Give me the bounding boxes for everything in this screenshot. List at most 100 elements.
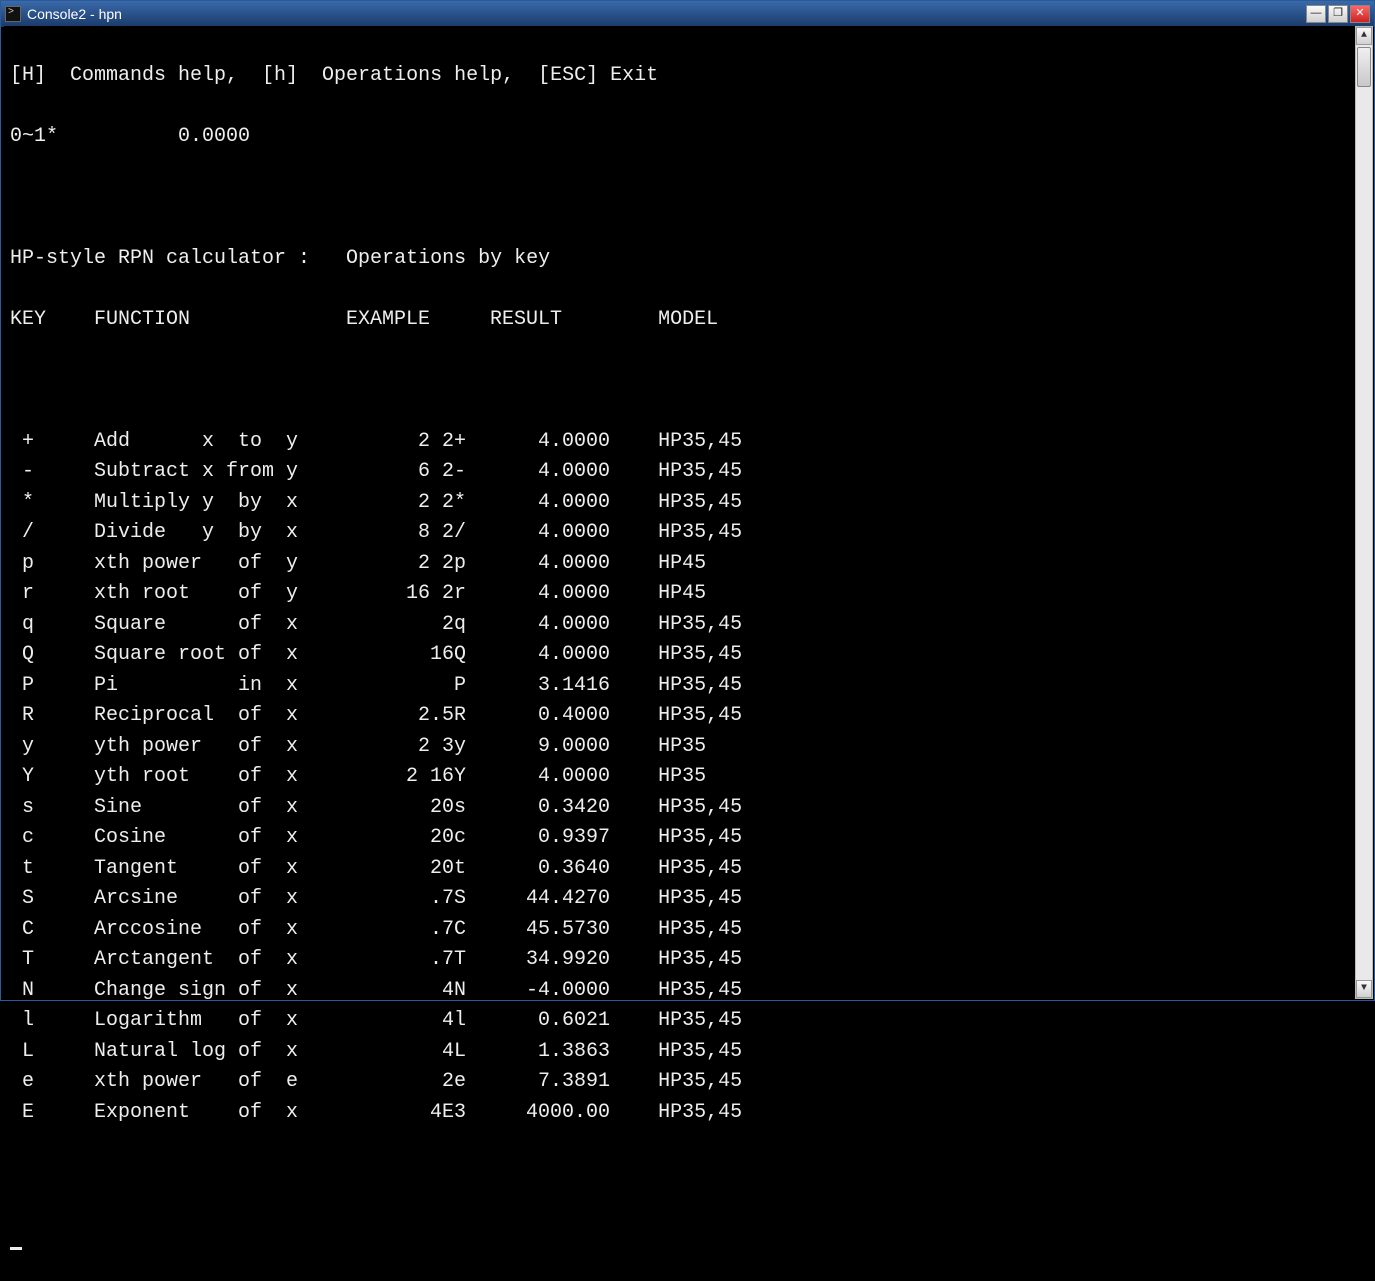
op-func: Sine of x xyxy=(94,793,346,824)
table-row: lLogarithm of x4l0.6021 HP35,45 xyxy=(10,1006,1349,1037)
op-result: 4.0000 xyxy=(490,488,610,519)
op-key: P xyxy=(10,671,94,702)
op-model: HP35,45 xyxy=(658,518,742,549)
table-row: CArccosine of x.7C45.5730HP35,45 xyxy=(10,915,1349,946)
header-key: KEY xyxy=(10,305,94,336)
scroll-up-button[interactable]: ▲ xyxy=(1356,27,1372,45)
op-result: 4.0000 xyxy=(490,579,610,610)
minimize-button[interactable]: — xyxy=(1306,5,1326,23)
blank-line xyxy=(10,1159,1349,1190)
op-func: xth root of y xyxy=(94,579,346,610)
op-key: S xyxy=(10,884,94,915)
table-row: +Add x to y2 2+4.0000HP35,45 xyxy=(10,427,1349,458)
op-example: 20c xyxy=(346,823,490,854)
op-key: l xyxy=(10,1006,94,1037)
table-row: QSquare root of x16Q4.0000HP35,45 xyxy=(10,640,1349,671)
op-result: 3.1416 xyxy=(490,671,610,702)
table-row: yyth power of x2 3y9.0000HP35 xyxy=(10,732,1349,763)
terminal-area[interactable]: [H] Commands help, [h] Operations help, … xyxy=(4,26,1355,997)
op-model: HP35,45 xyxy=(658,488,742,519)
op-key: N xyxy=(10,976,94,1007)
op-example: 4L xyxy=(346,1037,490,1068)
op-key: t xyxy=(10,854,94,885)
status-line: 0~1* 0.0000 xyxy=(10,122,1349,153)
op-model: HP35,45 xyxy=(658,1006,742,1037)
op-func: Add x to y xyxy=(94,427,346,458)
op-result: 4.0000 xyxy=(490,518,610,549)
op-result: 4.0000 xyxy=(490,427,610,458)
op-key: - xyxy=(10,457,94,488)
op-example: 4E3 xyxy=(346,1098,490,1129)
op-result: 0.6021 xyxy=(490,1006,610,1037)
op-example: 16Q xyxy=(346,640,490,671)
op-key: Y xyxy=(10,762,94,793)
op-model: HP35,45 xyxy=(658,793,742,824)
op-key: y xyxy=(10,732,94,763)
table-row: SArcsine of x.7S44.4270HP35,45 xyxy=(10,884,1349,915)
op-model: HP45 xyxy=(658,579,706,610)
op-key: * xyxy=(10,488,94,519)
op-result: 4.0000 xyxy=(490,610,610,641)
op-example: P xyxy=(346,671,490,702)
op-func: Arctangent of x xyxy=(94,945,346,976)
op-key: p xyxy=(10,549,94,580)
op-model: HP35,45 xyxy=(658,854,742,885)
table-row: PPi in xP3.1416HP35,45 xyxy=(10,671,1349,702)
cursor-line xyxy=(10,1220,1349,1251)
op-func: Arccosine of x xyxy=(94,915,346,946)
op-example: 2q xyxy=(346,610,490,641)
op-result: 4.0000 xyxy=(490,457,610,488)
op-model: HP35 xyxy=(658,762,706,793)
window-titlebar[interactable]: Console2 - hpn — ❐ ✕ xyxy=(1,1,1374,27)
maximize-button[interactable]: ❐ xyxy=(1328,5,1348,23)
op-example: 4l xyxy=(346,1006,490,1037)
op-example: 2e xyxy=(346,1067,490,1098)
op-key: e xyxy=(10,1067,94,1098)
op-example: 2 2p xyxy=(346,549,490,580)
op-key: q xyxy=(10,610,94,641)
op-result: 4.0000 xyxy=(490,762,610,793)
blank-line xyxy=(10,183,1349,214)
table-row: pxth power of y2 2p4.0000HP45 xyxy=(10,549,1349,580)
op-result: -4.0000 xyxy=(490,976,610,1007)
scroll-down-button[interactable]: ▼ xyxy=(1356,980,1372,998)
op-key: r xyxy=(10,579,94,610)
op-key: c xyxy=(10,823,94,854)
op-model: HP35 xyxy=(658,732,706,763)
op-func: Pi in x xyxy=(94,671,346,702)
op-key: / xyxy=(10,518,94,549)
op-example: 8 2/ xyxy=(346,518,490,549)
header-example: EXAMPLE xyxy=(346,305,490,336)
op-func: xth power of y xyxy=(94,549,346,580)
close-button[interactable]: ✕ xyxy=(1350,5,1370,23)
op-result: 0.4000 xyxy=(490,701,610,732)
op-result: 45.5730 xyxy=(490,915,610,946)
header-func: FUNCTION xyxy=(94,305,346,336)
op-result: 4.0000 xyxy=(490,549,610,580)
op-key: Q xyxy=(10,640,94,671)
op-func: yth power of x xyxy=(94,732,346,763)
table-row: exth power of e2e7.3891HP35,45 xyxy=(10,1067,1349,1098)
vertical-scrollbar[interactable]: ▲ ▼ xyxy=(1355,26,1373,999)
op-func: Square of x xyxy=(94,610,346,641)
op-func: Tangent of x xyxy=(94,854,346,885)
op-model: HP35,45 xyxy=(658,610,742,641)
op-key: R xyxy=(10,701,94,732)
table-row: rxth root of y16 2r4.0000HP45 xyxy=(10,579,1349,610)
op-model: HP35,45 xyxy=(658,976,742,1007)
op-example: 2 2* xyxy=(346,488,490,519)
op-example: 20t xyxy=(346,854,490,885)
op-func: Exponent of x xyxy=(94,1098,346,1129)
op-example: 4N xyxy=(346,976,490,1007)
header-model: MODEL xyxy=(658,305,718,336)
table-row: /Divide y by x8 2/4.0000 HP35,45 xyxy=(10,518,1349,549)
op-result: 0.9397 xyxy=(490,823,610,854)
op-example: .7S xyxy=(346,884,490,915)
scroll-thumb[interactable] xyxy=(1357,47,1371,87)
table-row: sSine of x20s0.3420HP35,45 xyxy=(10,793,1349,824)
op-func: Divide y by x xyxy=(94,518,346,549)
op-func: Logarithm of x xyxy=(94,1006,346,1037)
op-example: .7C xyxy=(346,915,490,946)
op-model: HP35,45 xyxy=(658,1098,742,1129)
op-model: HP35,45 xyxy=(658,1037,742,1068)
